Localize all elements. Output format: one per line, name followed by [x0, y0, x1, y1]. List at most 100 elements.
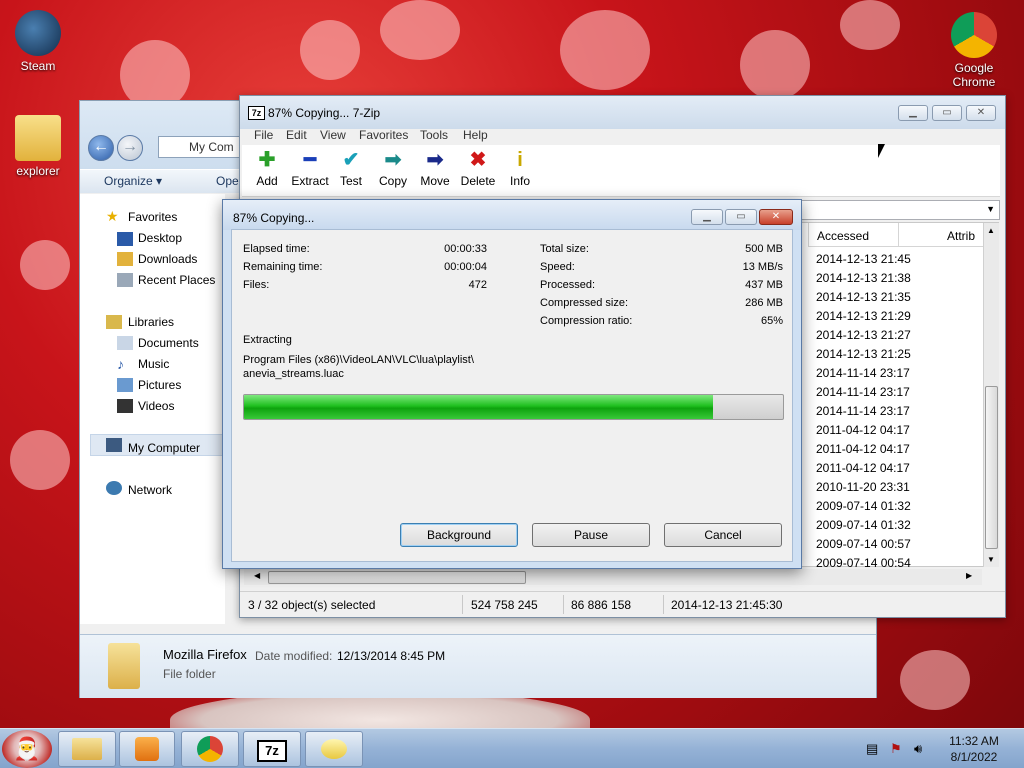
desktop-icon-explorer[interactable]: explorer	[2, 115, 74, 178]
extract-button[interactable]: ━ Extract	[287, 149, 333, 188]
processed-label: Processed:	[540, 279, 596, 291]
desktop-icon-chrome[interactable]: Google Chrome	[938, 12, 1010, 89]
dialog-titlebar[interactable]: 87% Copying... ▁ ▭ ✕	[223, 200, 801, 230]
taskbar-explorer[interactable]	[58, 731, 116, 767]
background-button[interactable]: Background	[400, 523, 518, 547]
menu-favorites[interactable]: Favorites	[359, 128, 408, 142]
nav-network[interactable]: Network	[128, 483, 172, 497]
minimize-button[interactable]: ▁	[691, 209, 723, 225]
compressed-size-value: 286 MB	[745, 297, 783, 309]
progress-bar	[243, 394, 784, 420]
nav-music[interactable]: Music	[138, 357, 169, 371]
column-attrib[interactable]: Attrib	[898, 223, 983, 247]
navigation-pane: ★ Favorites Desktop Downloads Recent Pla…	[80, 194, 225, 624]
details-date-label: Date modified:	[255, 649, 333, 663]
files-label: Files:	[243, 279, 270, 291]
volume-icon[interactable]: 🔊︎	[914, 741, 922, 768]
test-button[interactable]: ✔ Test	[328, 149, 374, 188]
folder-icon	[108, 643, 140, 689]
cancel-button[interactable]: Cancel	[664, 523, 782, 547]
menu-help[interactable]: Help	[463, 128, 488, 142]
scroll-right-icon[interactable]: ▶	[966, 571, 972, 580]
total-size-label: Total size:	[540, 243, 589, 255]
network-tray-icon[interactable]: ▤	[866, 741, 878, 768]
nav-videos[interactable]: Videos	[138, 399, 174, 413]
current-path: Program Files (x86)\VideoLAN\VLC\lua\pla…	[243, 354, 474, 366]
chrome-icon	[197, 736, 223, 762]
tool-label: Copy	[378, 174, 407, 188]
column-accessed[interactable]: Accessed	[808, 223, 898, 247]
scrollbar-thumb[interactable]	[268, 571, 526, 584]
minimize-button[interactable]: ▁	[898, 105, 928, 121]
horizontal-scrollbar[interactable]: ◀ ▶	[244, 569, 982, 585]
delete-button[interactable]: ✖ Delete	[455, 149, 501, 188]
status-modified: 2014-12-13 21:45:30	[671, 598, 783, 612]
pause-button[interactable]: Pause	[532, 523, 650, 547]
taskbar-7zip[interactable]: 7z	[243, 731, 301, 767]
forward-button[interactable]: →	[117, 135, 143, 161]
info-button[interactable]: i Info	[497, 149, 543, 188]
processed-value: 437 MB	[745, 279, 783, 291]
desktop-icon	[117, 232, 133, 246]
menu-file[interactable]: File	[254, 128, 273, 142]
nav-desktop[interactable]: Desktop	[138, 231, 182, 245]
address-text: My Com	[189, 140, 234, 154]
vertical-scrollbar[interactable]: ▲ ▼	[983, 223, 999, 567]
address-bar[interactable]: My Com	[158, 136, 248, 158]
start-button[interactable]: 🎅	[2, 730, 52, 768]
accessed-cell: 2014-11-14 23:17	[816, 366, 910, 380]
taskbar-app[interactable]	[305, 731, 363, 767]
maximize-button[interactable]: ▭	[932, 105, 962, 121]
menu-tools[interactable]: Tools	[420, 128, 448, 142]
progress-dialog[interactable]: 87% Copying... ▁ ▭ ✕ Elapsed time: 00:00…	[222, 199, 802, 569]
maximize-button[interactable]: ▭	[725, 209, 757, 225]
nav-documents[interactable]: Documents	[138, 336, 199, 350]
copy-button[interactable]: ➡ Copy	[370, 149, 416, 188]
scroll-left-icon[interactable]: ◀	[254, 571, 260, 580]
move-button[interactable]: ➡ Move	[412, 149, 458, 188]
mouse-cursor-icon	[878, 144, 885, 158]
downloads-icon	[117, 252, 133, 266]
bokeh-light	[10, 430, 70, 490]
accessed-cell: 2009-07-14 01:32	[816, 499, 911, 513]
close-button[interactable]: ✕	[966, 105, 996, 121]
nav-downloads[interactable]: Downloads	[138, 252, 197, 266]
window-title: 87% Copying... 7-Zip	[268, 106, 381, 120]
nav-libraries[interactable]: Libraries	[128, 315, 174, 329]
videos-icon	[117, 399, 133, 413]
files-value: 472	[468, 279, 487, 291]
bokeh-light	[300, 20, 360, 80]
divider	[563, 595, 564, 614]
taskbar-chrome[interactable]	[181, 731, 239, 767]
nav-recent-places[interactable]: Recent Places	[138, 273, 215, 287]
divider	[462, 595, 463, 614]
organize-button[interactable]: Organize ▾	[104, 174, 162, 188]
menu-view[interactable]: View	[320, 128, 346, 142]
add-button[interactable]: ✚ Add	[244, 149, 290, 188]
nav-my-computer[interactable]: My Computer	[128, 441, 200, 455]
chat-icon	[321, 739, 347, 759]
tool-label: Test	[339, 174, 362, 188]
action-center-icon[interactable]: ⚑	[890, 741, 902, 768]
scroll-up-icon[interactable]: ▲	[987, 226, 995, 235]
compression-ratio-value: 65%	[760, 315, 783, 327]
accessed-cell: 2014-12-13 21:27	[816, 328, 911, 342]
sevenzip-titlebar[interactable]: 7z 87% Copying... 7-Zip ▁ ▭ ✕	[240, 96, 1005, 129]
back-button[interactable]: ←	[88, 135, 114, 161]
clock[interactable]: 11:32 AM 8/1/2022	[935, 733, 1013, 765]
scroll-down-icon[interactable]: ▼	[987, 555, 995, 564]
scrollbar-thumb[interactable]	[985, 386, 998, 549]
tool-label: Extract	[291, 174, 329, 188]
close-button[interactable]: ✕	[759, 209, 793, 225]
taskbar-media-player[interactable]	[119, 731, 175, 767]
compression-ratio-label: Compression ratio:	[540, 315, 633, 327]
menu-edit[interactable]: Edit	[286, 128, 307, 142]
nav-favorites[interactable]: Favorites	[128, 210, 177, 224]
chevron-down-icon[interactable]: ▼	[986, 204, 995, 214]
desktop-icon-steam[interactable]: Steam	[2, 10, 74, 73]
desktop-icon-label: Google Chrome	[952, 61, 996, 89]
nav-pictures[interactable]: Pictures	[138, 378, 181, 392]
path-combobox[interactable]: ▼	[800, 200, 1000, 220]
dialog-body: Elapsed time: 00:00:33 Remaining time: 0…	[231, 229, 793, 562]
total-size-value: 500 MB	[745, 243, 783, 255]
